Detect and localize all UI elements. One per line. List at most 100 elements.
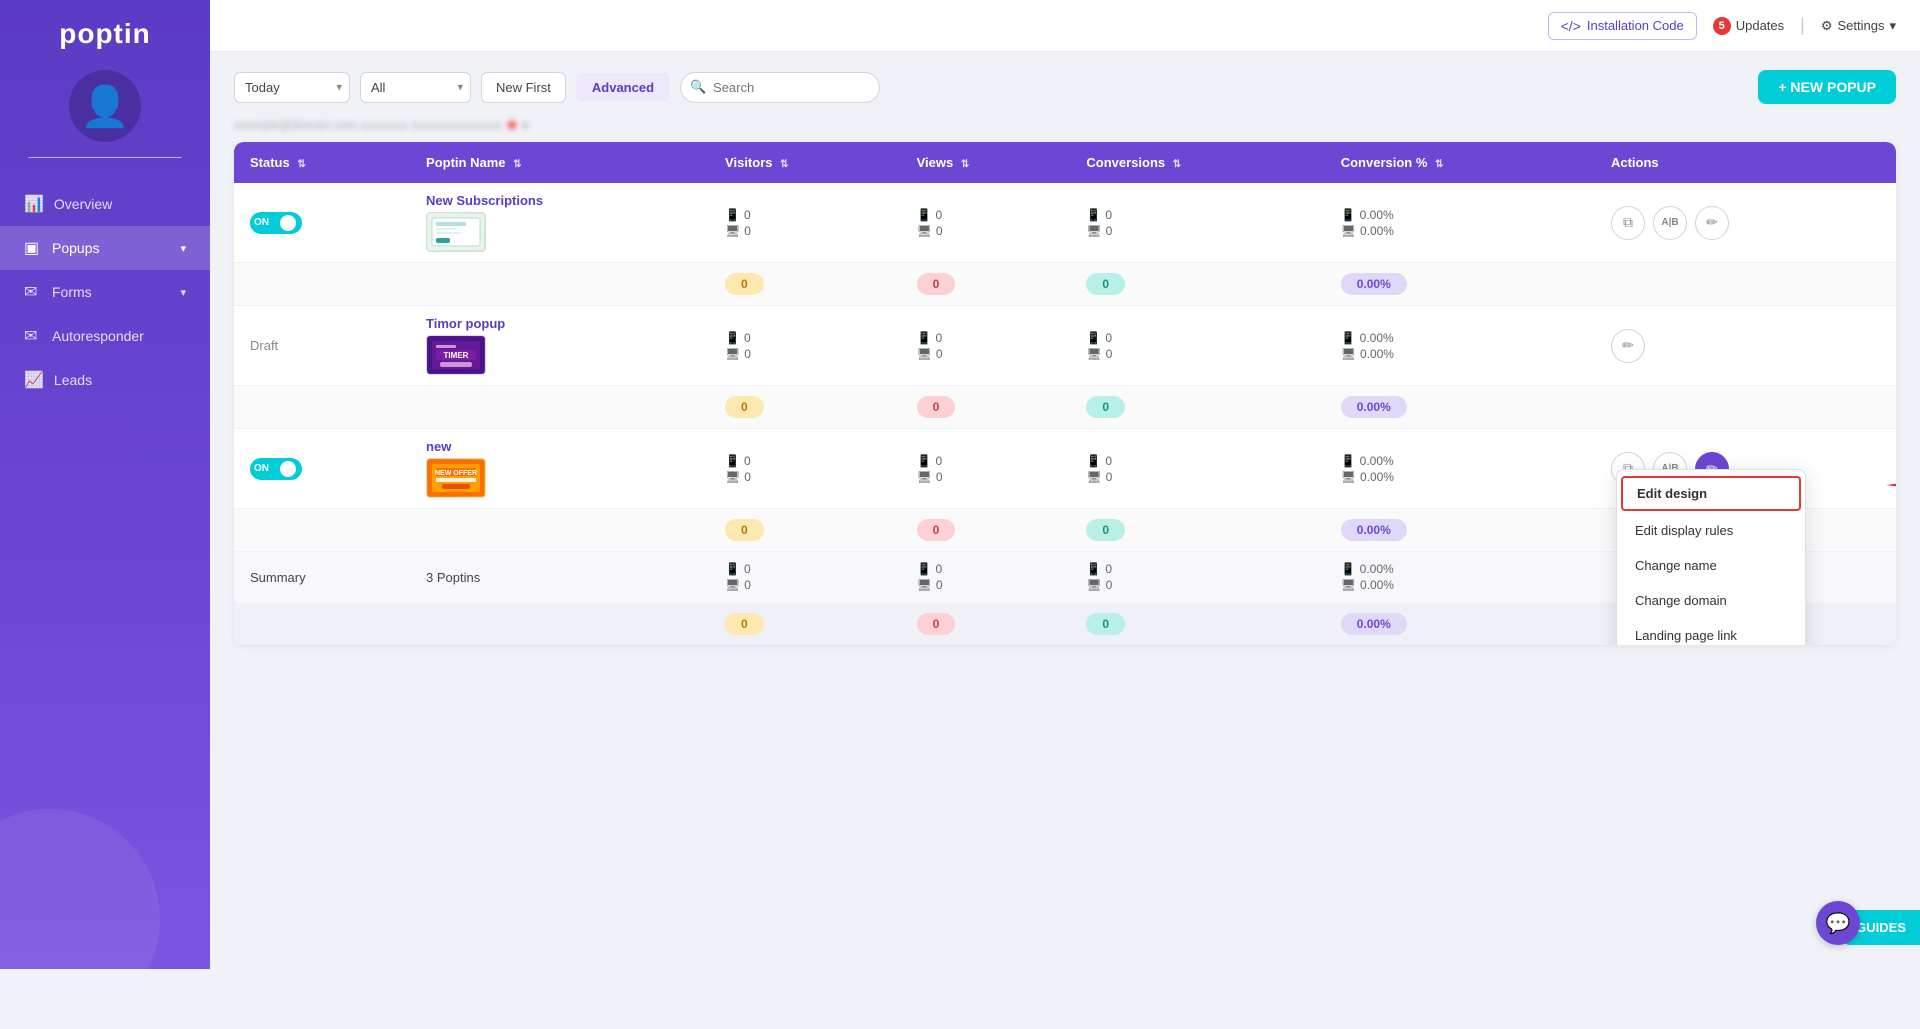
conv-pct-cell: 📱0.00% 🖥0.00% [1325, 429, 1595, 509]
views-cell: 📱0 🖥0 [901, 429, 1071, 509]
desktop-icon: 🖥 [1086, 578, 1101, 592]
thumb-preview [427, 213, 485, 251]
totals-visitors: 0 [709, 509, 901, 552]
sidebar-item-leads[interactable]: 📈 Leads [0, 358, 210, 402]
status-toggle[interactable]: ON [250, 212, 302, 234]
sidebar-item-popups[interactable]: ▣ Popups ▾ [0, 226, 210, 270]
overview-icon: 📊 [24, 194, 44, 214]
dropdown-item-change-name[interactable]: Change name [1617, 548, 1805, 583]
mobile-icon: 📱 [1341, 208, 1356, 222]
summary-views: 📱0 🖥0 [901, 552, 1071, 603]
summary-label: Summary [234, 552, 410, 603]
draft-status: Draft [250, 338, 278, 353]
email-bar: example@domain.com xxxxxxxx xxxxxxxxxxxx… [234, 118, 1896, 132]
popup-name-link[interactable]: new [426, 439, 451, 454]
th-actions: Actions [1595, 142, 1896, 183]
advanced-button[interactable]: Advanced [576, 73, 670, 102]
total-views-badge: 0 [917, 396, 956, 418]
total-conversions-badge: 0 [1086, 519, 1125, 541]
email-meta: ● [522, 118, 529, 132]
totals-views: 0 [901, 386, 1071, 429]
dropdown-item-edit-display-rules[interactable]: Edit display rules [1617, 513, 1805, 548]
sidebar-item-forms[interactable]: ✉ Forms ▾ [0, 270, 210, 314]
updates-button[interactable]: 5 Updates [1713, 17, 1784, 35]
mobile-icon: 📱 [725, 562, 740, 576]
totals-views: 0 [901, 509, 1071, 552]
totals-name [410, 263, 709, 306]
chevron-down-icon: ▾ [180, 286, 186, 299]
totals-status [234, 263, 410, 306]
mobile-icon: 📱 [917, 562, 932, 576]
thumb-preview: NEW OFFER [427, 459, 485, 497]
copy-button[interactable]: ⧉ [1611, 206, 1645, 240]
popup-table-container: Status ⇅ Poptin Name ⇅ Visitors ⇅ View [234, 142, 1896, 645]
sidebar-nav: 📊 Overview ▣ Popups ▾ ✉ Forms ▾ ✉ Autore… [0, 182, 210, 402]
chevron-down-icon: ▾ [1889, 18, 1896, 34]
new-first-button[interactable]: New First [481, 72, 566, 103]
summary-visitors-badge: 0 [725, 613, 764, 635]
sidebar-item-overview[interactable]: 📊 Overview [0, 182, 210, 226]
desktop-icon: 🖥 [1086, 470, 1101, 484]
total-visitors-badge: 0 [725, 396, 764, 418]
mobile-icon: 📱 [1341, 562, 1356, 576]
mobile-icon: 📱 [1086, 331, 1101, 345]
mobile-icon: 📱 [725, 208, 740, 222]
date-filter-select[interactable]: Today Yesterday Last 7 Days Last 30 Days [234, 72, 350, 103]
totals-conv-pct: 0.00% [1325, 263, 1595, 306]
dropdown-item-edit-design[interactable]: Edit design [1621, 476, 1801, 511]
sidebar-item-autoresponder[interactable]: ✉ Autoresponder [0, 314, 210, 358]
chat-button[interactable]: 💬 [1816, 901, 1860, 945]
total-views-badge: 0 [917, 273, 956, 295]
dropdown-item-landing-page[interactable]: Landing page link [1617, 618, 1805, 645]
search-input[interactable] [680, 72, 880, 103]
totals-conv-pct: 0.00% [1325, 386, 1595, 429]
search-icon: 🔍 [690, 79, 706, 95]
table-header: Status ⇅ Poptin Name ⇅ Visitors ⇅ View [234, 142, 1896, 183]
new-popup-button[interactable]: + NEW POPUP [1758, 70, 1896, 104]
thumb-preview: TIMER [427, 336, 485, 374]
totals-conversions: 0 [1070, 386, 1324, 429]
visitors-cell: 📱0 🖥0 [709, 183, 901, 263]
th-conversions: Conversions ⇅ [1070, 142, 1324, 183]
visitors-cell: 📱0 🖥0 [709, 306, 901, 386]
mobile-icon: 📱 [1341, 454, 1356, 468]
toggle-label: ON [254, 463, 269, 474]
st-views: 0 [901, 603, 1071, 646]
total-conv-pct-badge: 0.00% [1341, 273, 1407, 295]
mobile-icon: 📱 [725, 331, 740, 345]
installation-code-button[interactable]: </> Installation Code [1548, 12, 1697, 40]
edit-button[interactable]: ✏ [1695, 206, 1729, 240]
status-toggle[interactable]: ON [250, 458, 302, 480]
ab-test-button[interactable]: A|B [1653, 206, 1687, 240]
desktop-icon: 🖥 [917, 347, 932, 361]
toggle-label: ON [254, 217, 269, 228]
table-row: Draft Timor popup TIMER [234, 306, 1896, 386]
th-name: Poptin Name ⇅ [410, 142, 709, 183]
chat-icon: 💬 [1826, 911, 1851, 936]
actions-cell: ⧉ A|B ✏ [1595, 183, 1896, 263]
popup-thumbnail: TIMER [426, 335, 486, 375]
table-row-totals: 0 0 0 0.00% [234, 263, 1896, 306]
totals-actions [1595, 263, 1896, 306]
visitors-cell: 📱0 🖥0 [709, 429, 901, 509]
popup-name-link[interactable]: Timor popup [426, 316, 505, 331]
edit-button[interactable]: ✏ [1611, 329, 1645, 363]
type-filter-select[interactable]: All Popup Floating Bar Sidebar [360, 72, 471, 103]
desktop-icon: 🖥 [1341, 578, 1356, 592]
desktop-icon: 🖥 [1086, 347, 1101, 361]
chevron-down-icon: ▾ [180, 242, 186, 255]
installation-code-label: Installation Code [1587, 18, 1684, 33]
st-conv-pct: 0.00% [1325, 603, 1595, 646]
summary-conv-pct-badge: 0.00% [1341, 613, 1407, 635]
mobile-icon: 📱 [917, 454, 932, 468]
popup-name-link[interactable]: New Subscriptions [426, 193, 543, 208]
status-cell: ON [234, 429, 410, 509]
th-visitors: Visitors ⇅ [709, 142, 901, 183]
mobile-icon: 📱 [917, 331, 932, 345]
forms-icon: ✉ [24, 282, 42, 302]
mobile-icon: 📱 [725, 454, 740, 468]
settings-button[interactable]: ⚙ Settings ▾ [1821, 18, 1896, 34]
popup-name-cell: Timor popup TIMER [410, 306, 709, 386]
dropdown-item-change-domain[interactable]: Change domain [1617, 583, 1805, 618]
desktop-icon: 🖥 [725, 470, 740, 484]
